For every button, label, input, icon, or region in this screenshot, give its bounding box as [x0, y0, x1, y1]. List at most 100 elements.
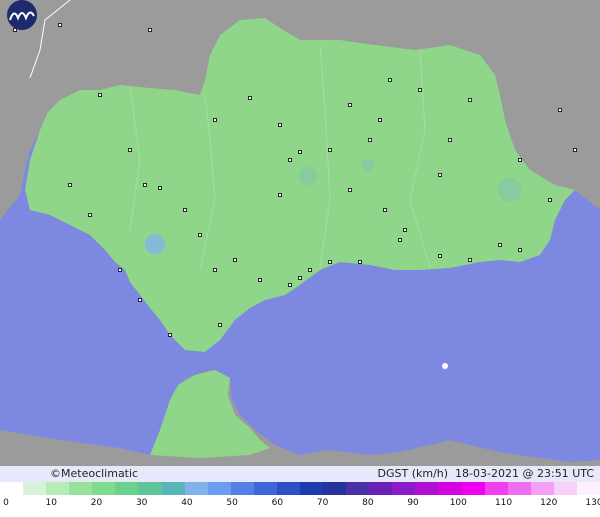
- scale-swatch: [69, 482, 93, 495]
- station-marker: [448, 138, 452, 142]
- station-marker: [168, 333, 172, 337]
- station-marker: [518, 248, 522, 252]
- map-info: DGST (km/h) 18-03-2021 @ 23:51 UTC: [378, 467, 595, 480]
- credit-label: ©Meteoclimatic: [50, 467, 139, 480]
- station-marker: [288, 158, 292, 162]
- station-marker: [288, 283, 292, 287]
- station-marker: [88, 213, 92, 217]
- station-marker: [248, 96, 252, 100]
- scale-swatch: [138, 482, 162, 495]
- station-marker: [348, 188, 352, 192]
- station-marker: [233, 258, 237, 262]
- scale-swatch: [23, 482, 47, 495]
- station-marker: [298, 150, 302, 154]
- scale-tick-label: 130: [585, 498, 600, 508]
- date-label: 18-03-2021: [455, 467, 519, 480]
- scale-swatch: [323, 482, 347, 495]
- scale-tick-label: 70: [316, 498, 329, 508]
- scale-tick-label: 110: [494, 498, 513, 508]
- scale-tick-label: 90: [407, 498, 419, 508]
- station-marker: [213, 268, 217, 272]
- scale-tick-label: 0: [3, 498, 9, 508]
- scale-swatch: [392, 482, 416, 495]
- station-marker: [388, 78, 392, 82]
- scale-tick-label: 60: [271, 498, 284, 508]
- high-gust-spot: [145, 234, 165, 254]
- station-marker: [358, 260, 362, 264]
- scale-swatch: [184, 482, 208, 495]
- scale-tick-label: 20: [90, 498, 103, 508]
- station-marker: [258, 278, 262, 282]
- gust-spot: [362, 159, 374, 171]
- station-marker: [468, 98, 472, 102]
- scale-swatch: [46, 482, 70, 495]
- at-label: @: [522, 467, 534, 480]
- station-marker: [378, 118, 382, 122]
- station-marker: [498, 243, 502, 247]
- map-footer: ©Meteoclimatic DGST (km/h) 18-03-2021 @ …: [0, 466, 600, 482]
- scale-swatch: [346, 482, 370, 495]
- station-marker: [58, 23, 62, 27]
- scale-swatch: [92, 482, 116, 495]
- scale-swatch: [161, 482, 185, 495]
- station-marker: [403, 228, 407, 232]
- station-marker: [418, 88, 422, 92]
- station-marker: [438, 254, 442, 258]
- station-marker: [573, 148, 577, 152]
- scale-swatch: [253, 482, 277, 495]
- island-marker: [442, 363, 448, 369]
- station-marker: [98, 93, 102, 97]
- station-marker: [128, 148, 132, 152]
- station-marker: [558, 108, 562, 112]
- station-marker: [118, 268, 122, 272]
- variable-label: DGST (km/h): [377, 467, 449, 480]
- meteoclimatic-logo: [7, 0, 37, 30]
- station-marker: [383, 208, 387, 212]
- scale-swatch: [207, 482, 231, 495]
- scale-tick-label: 30: [135, 498, 148, 508]
- scale-tick-label: 10: [45, 498, 57, 508]
- scale-tick-label: 80: [362, 498, 374, 508]
- station-marker: [348, 103, 352, 107]
- station-marker: [278, 123, 282, 127]
- station-marker: [438, 173, 442, 177]
- station-marker: [468, 258, 472, 262]
- scale-swatch: [530, 482, 554, 495]
- scale-swatch: [230, 482, 254, 495]
- scale-swatch: [576, 482, 600, 495]
- station-marker: [213, 118, 217, 122]
- scale-tick-label: 100: [449, 498, 467, 508]
- timezone-label: UTC: [572, 467, 594, 480]
- station-marker: [298, 276, 302, 280]
- station-marker: [158, 186, 162, 190]
- scale-swatch: [300, 482, 324, 495]
- scale-swatch: [276, 482, 301, 495]
- station-marker: [518, 158, 522, 162]
- station-marker: [138, 298, 142, 302]
- station-marker: [183, 208, 187, 212]
- color-scale: 0 10 20 30 40 50 60 70 80 90 100 110 120 130: [0, 482, 600, 517]
- station-marker: [68, 183, 72, 187]
- station-marker: [328, 260, 332, 264]
- station-marker: [548, 198, 552, 202]
- scale-ticks: 0 10 20 30 40 50 60 70 80 90 100 110 120 130: [0, 498, 600, 514]
- station-marker: [148, 28, 152, 32]
- scale-swatch: [461, 482, 485, 495]
- scale-swatch: [415, 482, 439, 495]
- station-marker: [143, 183, 147, 187]
- scale-tick-label: 40: [181, 498, 193, 508]
- scale-swatch: [0, 482, 24, 495]
- scale-swatch: [553, 482, 577, 495]
- station-marker: [278, 193, 282, 197]
- scale-swatch: [484, 482, 508, 495]
- station-marker: [218, 323, 222, 327]
- station-marker: [198, 233, 202, 237]
- station-marker: [368, 138, 372, 142]
- scale-swatch: [115, 482, 139, 495]
- scale-tick-label: 50: [226, 498, 238, 508]
- station-marker: [308, 268, 312, 272]
- gust-spot: [498, 178, 522, 202]
- time-label: 23:51: [536, 467, 569, 480]
- station-marker: [328, 148, 332, 152]
- weather-map: ©Meteoclimatic DGST (km/h) 18-03-2021 @ …: [0, 0, 600, 517]
